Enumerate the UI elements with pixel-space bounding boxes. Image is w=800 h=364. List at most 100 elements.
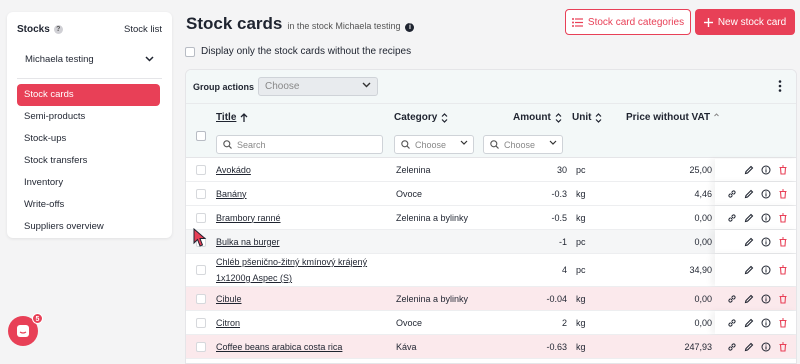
table-row[interactable]: Coffee beans arabica costa rica Káva -0.… [186, 335, 796, 359]
pencil-icon[interactable] [744, 294, 754, 304]
sidebar-title: Stocks ? [17, 24, 63, 35]
row-title-link[interactable]: Cibule [216, 291, 376, 307]
row-title-link[interactable]: Citron [216, 315, 376, 331]
row-actions [715, 311, 796, 334]
stock-card-categories-button[interactable]: Stock card categories [565, 9, 691, 35]
unit-filter-select[interactable]: Choose [483, 135, 563, 154]
sidebar-item-inventory[interactable]: Inventory [17, 172, 160, 194]
chat-launcher-button[interactable]: 5 [8, 313, 43, 346]
sort-icon [714, 112, 719, 116]
recipes-filter-checkbox[interactable] [185, 46, 195, 57]
trash-icon[interactable] [778, 341, 788, 352]
select-all-checkbox[interactable] [196, 131, 206, 141]
info-circle-icon[interactable] [761, 265, 771, 275]
trash-icon[interactable] [778, 293, 788, 304]
sidebar: Stocks ? Stock list Michaela testing Sto… [7, 12, 172, 238]
pencil-icon[interactable] [744, 342, 754, 352]
row-price: 0,00 [694, 293, 712, 304]
list-icon [571, 17, 583, 27]
trash-icon[interactable] [778, 236, 788, 247]
row-checkbox[interactable] [196, 188, 206, 199]
row-title-link[interactable]: Bulka na burger [216, 234, 376, 250]
stock-selector-value: Michaela testing [25, 53, 94, 65]
row-checkbox[interactable] [196, 165, 206, 175]
sidebar-item-semi-products[interactable]: Semi-products [17, 106, 160, 128]
sidebar-item-suppliers-overview[interactable]: Suppliers overview [17, 216, 160, 238]
title-search-input[interactable]: Search [216, 135, 383, 154]
row-checkbox[interactable] [196, 293, 206, 304]
link-icon[interactable] [727, 342, 737, 352]
stock-list-link[interactable]: Stock list [124, 24, 162, 35]
link-icon[interactable] [727, 318, 737, 328]
new-stock-card-button[interactable]: New stock card [695, 9, 795, 35]
column-title[interactable]: Title [216, 112, 248, 123]
row-title-link[interactable]: Chléb pšenično-žitný kmínový krájený 1x1… [216, 254, 376, 286]
row-checkbox[interactable] [196, 341, 206, 352]
table-row[interactable]: Banány Ovoce -0.3 kg 4,46 [186, 182, 796, 206]
info-circle-icon[interactable] [761, 294, 771, 304]
pencil-icon[interactable] [744, 189, 754, 199]
pencil-icon[interactable] [744, 265, 754, 275]
pencil-icon[interactable] [744, 237, 754, 247]
sort-ascending-icon [240, 112, 248, 122]
category-filter-select[interactable]: Choose [394, 135, 474, 154]
row-amount: -1 [558, 236, 567, 247]
row-title-link[interactable]: Avokádo [216, 162, 376, 178]
sidebar-item-write-offs[interactable]: Write-offs [17, 194, 160, 216]
page-subtitle: in the stock Michaela testing [287, 21, 401, 31]
row-title-link[interactable]: Banány [216, 186, 376, 202]
group-actions-select[interactable]: Choose [258, 77, 378, 96]
sidebar-item-stock-transfers[interactable]: Stock transfers [17, 150, 160, 172]
link-icon[interactable] [727, 189, 737, 199]
info-circle-icon[interactable] [761, 165, 771, 175]
pencil-icon[interactable] [744, 213, 754, 223]
link-icon[interactable] [727, 213, 737, 223]
trash-icon[interactable] [778, 188, 788, 199]
row-price: 4,46 [694, 188, 712, 199]
row-title-link[interactable]: Brambory ranné [216, 210, 376, 226]
row-unit: kg [576, 293, 586, 304]
table-row[interactable]: Brambory ranné Zelenina a bylinky -0.5 k… [186, 206, 796, 230]
link-icon[interactable] [727, 294, 737, 304]
column-amount[interactable]: Amount [513, 112, 562, 123]
row-checkbox[interactable] [196, 212, 206, 223]
sort-icon [441, 112, 448, 123]
table-row[interactable]: Bulka na burger -1 pc 0,00 [186, 230, 796, 254]
info-circle-icon[interactable] [761, 342, 771, 352]
row-title-link[interactable]: Coffee beans arabica costa rica [216, 339, 376, 355]
info-circle-icon[interactable] [761, 213, 771, 223]
column-price[interactable]: Price without VAT [626, 112, 719, 123]
title-search-placeholder: Search [237, 139, 266, 150]
info-icon[interactable]: i [405, 23, 415, 32]
trash-icon[interactable] [778, 265, 788, 275]
mouse-cursor-icon [193, 228, 207, 247]
trash-icon[interactable] [778, 212, 788, 223]
table-row[interactable]: Avokádo Zelenina 30 pc 25,00 [186, 159, 796, 182]
sidebar-item-stock-cards[interactable]: Stock cards [17, 84, 160, 106]
row-price: 25,00 [689, 165, 712, 175]
row-unit: pc [576, 236, 586, 247]
new-stock-card-label: New stock card [717, 16, 787, 28]
info-circle-icon[interactable] [761, 237, 771, 247]
row-amount: 30 [556, 165, 567, 175]
info-circle-icon[interactable] [761, 189, 771, 199]
trash-icon[interactable] [778, 317, 788, 328]
trash-icon[interactable] [778, 165, 788, 175]
row-unit: pc [576, 265, 586, 275]
info-circle-icon[interactable] [761, 318, 771, 328]
column-category[interactable]: Category [394, 112, 448, 123]
table-row[interactable]: Chléb pšenično-žitný kmínový krájený 1x1… [186, 254, 796, 287]
table-row[interactable]: Citron Ovoce 2 kg 0,00 [186, 311, 796, 335]
column-unit[interactable]: Unit [572, 112, 602, 123]
help-icon[interactable]: ? [53, 24, 63, 34]
row-checkbox[interactable] [196, 265, 206, 275]
row-checkbox[interactable] [196, 317, 206, 328]
stock-selector[interactable]: Michaela testing [17, 48, 162, 70]
sidebar-item-stock-ups[interactable]: Stock-ups [17, 128, 160, 150]
row-amount: -0.04 [546, 293, 567, 304]
pencil-icon[interactable] [744, 165, 754, 175]
row-actions [715, 206, 796, 229]
table-row[interactable]: Cibule Zelenina a bylinky -0.04 kg 0,00 [186, 287, 796, 311]
pencil-icon[interactable] [744, 318, 754, 328]
more-vertical-icon[interactable] [778, 80, 782, 92]
